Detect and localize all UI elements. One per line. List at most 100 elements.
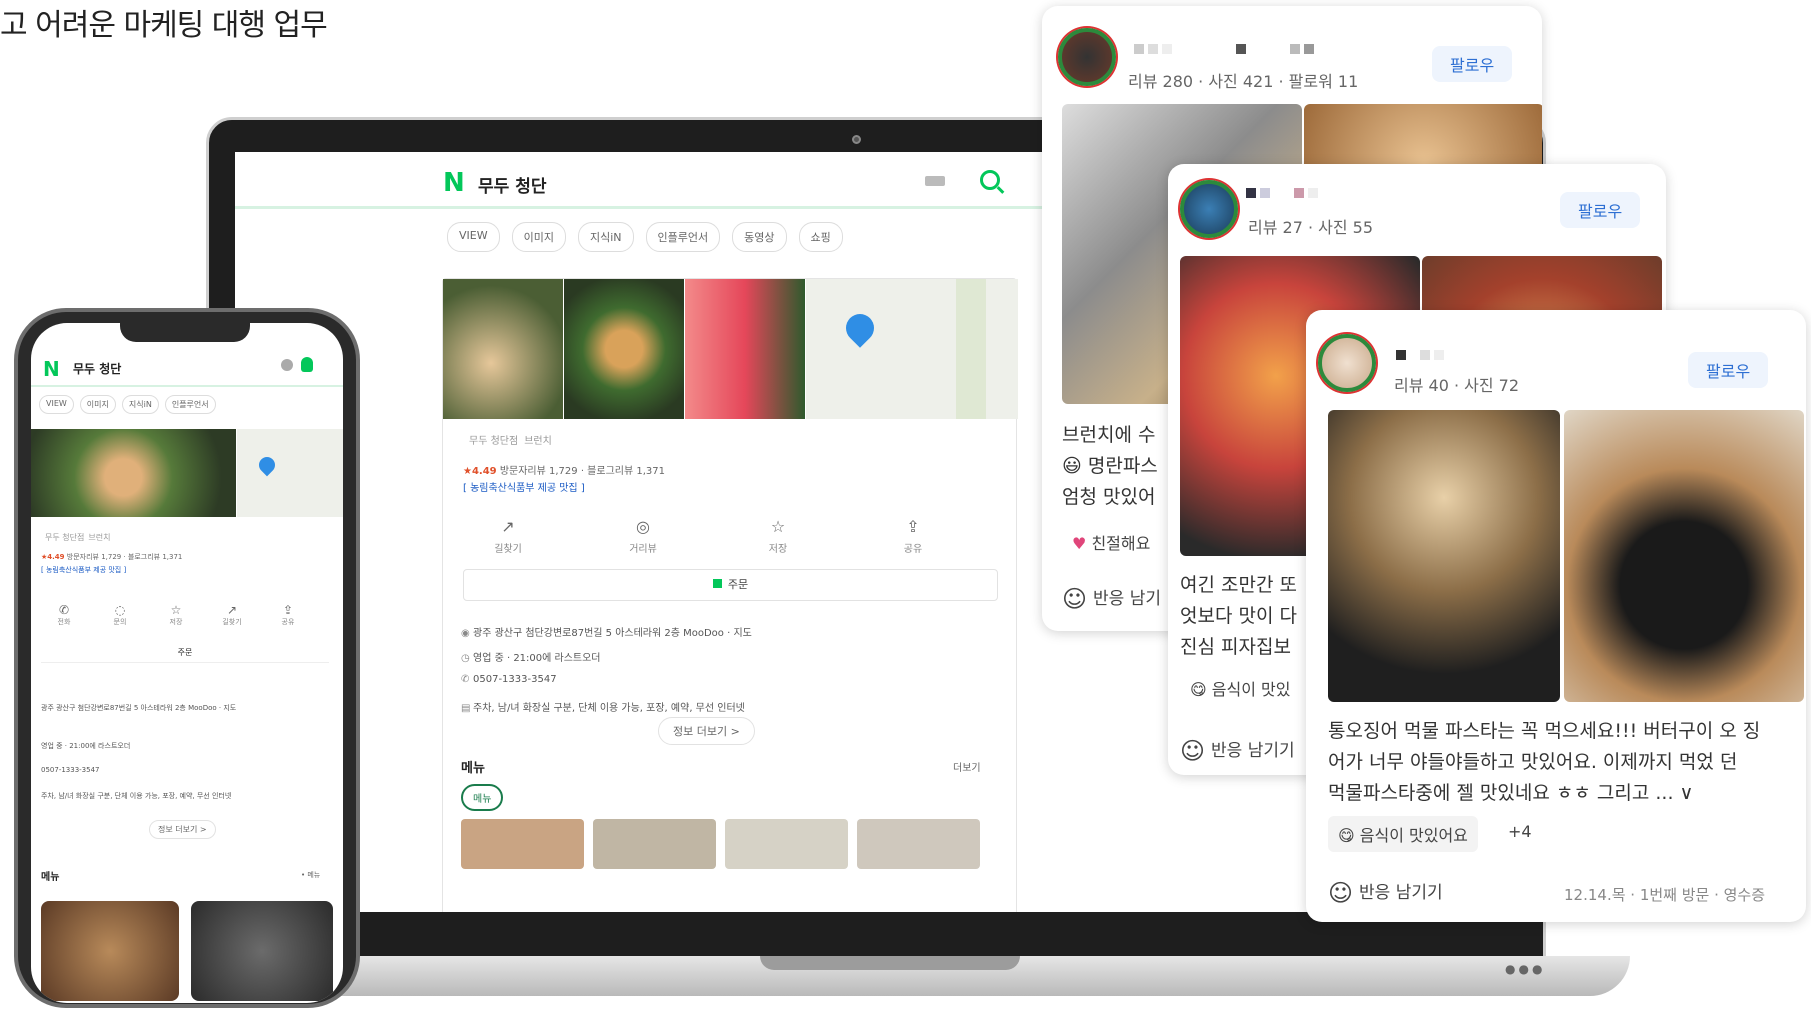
order-button[interactable]: 주문	[463, 569, 998, 601]
menu-photo[interactable]	[725, 819, 848, 869]
reviewer-avatar[interactable]	[1180, 180, 1238, 238]
naver-logo[interactable]: N	[443, 168, 465, 198]
order-button[interactable]: 주문	[41, 643, 329, 663]
leave-reaction-button[interactable]: 반응 남기기	[1328, 878, 1443, 907]
menu-photo[interactable]	[191, 901, 333, 1001]
place-name-text: 무두 청단점	[469, 436, 519, 447]
review-line: 엇보다 맛이 다	[1180, 605, 1297, 627]
search-icon[interactable]	[980, 170, 1000, 190]
settings-icon[interactable]	[281, 359, 293, 371]
share-button[interactable]: ⇪ 공유	[263, 603, 313, 627]
inquiry-button[interactable]: ◌ 문의	[95, 603, 145, 627]
reviewer-avatar[interactable]	[1318, 334, 1376, 392]
place-amenities: ▤ 주차, 남/녀 화장실 구분, 단체 이용 가능, 포장, 예약, 무선 인터…	[461, 699, 745, 714]
save-label: 저장	[768, 544, 788, 555]
place-name[interactable]: 무두 청단점 브런치	[463, 429, 552, 449]
review-tag-text: 음식이 맛있	[1211, 680, 1291, 699]
review-photo[interactable]	[1564, 410, 1804, 702]
review-line: 😃 명란파스	[1062, 451, 1158, 482]
tab-influencer[interactable]: 인플루언서	[164, 395, 216, 414]
tab-view[interactable]: VIEW	[447, 222, 500, 252]
place-map[interactable]	[237, 429, 343, 517]
reviewer-stats: 리뷰 280 · 사진 421 · 팔로워 11	[1128, 72, 1359, 91]
place-phone[interactable]: ✆ 0507-1333-3547	[461, 674, 557, 685]
place-photo[interactable]	[685, 279, 805, 419]
review-photo[interactable]	[1328, 410, 1560, 702]
place-photo[interactable]	[564, 279, 684, 419]
menu-photo[interactable]	[593, 819, 716, 869]
place-address[interactable]: 광주 광산구 첨단강변로87번길 5 아스테라워 2층 MooDoo · 지도	[41, 703, 236, 713]
place-name-text: 무두 청단점	[45, 533, 85, 542]
directions-icon: ↗	[226, 603, 238, 617]
review-line: 엄청 맛있어	[1062, 486, 1156, 508]
tab-view[interactable]: VIEW	[39, 395, 74, 414]
review-text[interactable]: 브런치에 수 😃 명란파스 엄청 맛있어	[1062, 420, 1158, 513]
tab-images[interactable]: 이미지	[511, 222, 566, 252]
directions-button[interactable]: ↗ 길찾기	[207, 603, 257, 627]
place-photo[interactable]	[443, 279, 563, 419]
reviewer-avatar[interactable]	[1058, 28, 1116, 86]
menu-photo[interactable]	[41, 901, 179, 1001]
place-badge[interactable]: [ 농림축산식품부 제공 맛집 ]	[41, 565, 126, 575]
more-info-button[interactable]: 정보 더보기 >	[658, 717, 755, 745]
rating-stars: ★4.49	[41, 553, 65, 561]
save-button[interactable]: ☆ 저장	[151, 603, 201, 627]
naver-logo[interactable]: N	[43, 357, 60, 381]
tab-video[interactable]: 동영상	[732, 222, 787, 252]
keyboard-icon[interactable]	[925, 176, 945, 186]
review-counts[interactable]: 방문자리뷰 1,729 · 블로그리뷰 1,371	[500, 466, 665, 477]
follow-button[interactable]: 팔로우	[1560, 192, 1641, 228]
leave-reaction-button[interactable]: 반응 남기	[1062, 584, 1161, 613]
search-query[interactable]: 무두 청단	[478, 172, 546, 197]
reviewer-stats: 리뷰 40 · 사진 72	[1394, 376, 1520, 395]
webcam-icon	[852, 135, 861, 144]
tab-images[interactable]: 이미지	[79, 395, 116, 414]
save-button[interactable]: ☆ 저장	[733, 517, 823, 555]
place-hours[interactable]: ◷ 영업 중 · 21:00에 라스트오더	[461, 649, 601, 664]
tab-shopping[interactable]: 쇼핑	[798, 222, 843, 252]
tab-kin[interactable]: 지식iN	[577, 222, 634, 252]
place-phone[interactable]: 0507-1333-3547	[41, 766, 100, 774]
share-button[interactable]: ⇪ 공유	[868, 517, 958, 555]
follow-button[interactable]: 팔로우	[1688, 352, 1769, 388]
place-address[interactable]: ◉ 광주 광산구 첨단강변로87번길 5 아스테라워 2층 MooDoo · 지도	[461, 624, 752, 639]
menu-heading: 메뉴	[461, 761, 485, 776]
street-view-button[interactable]: ◎ 거리뷰	[598, 517, 688, 555]
review-counts[interactable]: 방문자리뷰 1,729 · 블로그리뷰 1,371	[67, 553, 183, 561]
review-text[interactable]: 여긴 조만간 또 엇보다 맛이 다 진심 피자집보	[1180, 570, 1297, 663]
place-category: 브런치	[524, 436, 552, 447]
search-tabs: VIEW 이미지 지식iN 인플루언서 동영상 쇼핑	[447, 222, 843, 252]
place-amenities: 주차, 남/녀 화장실 구분, 단체 이용 가능, 포장, 예약, 무선 인터넷	[41, 792, 232, 800]
menu-pill[interactable]: 메뉴	[461, 784, 504, 811]
bell-icon[interactable]	[301, 357, 313, 372]
menu-count[interactable]: • 메뉴	[301, 870, 320, 880]
yum-emoji-icon: 😋	[1338, 826, 1355, 845]
tab-kin[interactable]: 지식iN	[121, 395, 159, 414]
reviewer-name[interactable]	[1246, 188, 1318, 198]
reviewer-name[interactable]	[1396, 350, 1444, 360]
place-photo[interactable]	[31, 429, 236, 517]
more-info-button[interactable]: 정보 더보기 >	[149, 820, 216, 839]
tab-influencer[interactable]: 인플루언서	[645, 222, 721, 252]
review-tag-more[interactable]: +4	[1498, 816, 1542, 847]
leave-reaction-button[interactable]: 반응 남기기	[1180, 736, 1295, 765]
place-name[interactable]: 무두 청단점 브런치	[41, 529, 110, 544]
review-text[interactable]: 통오징어 먹물 파스타는 꼭 먹으세요!!! 버터구이 오 징 어가 너무 야들…	[1328, 716, 1760, 809]
place-badge[interactable]: [ 농림축산식품부 제공 맛집 ]	[463, 479, 585, 494]
follow-button[interactable]: 팔로우	[1432, 46, 1513, 82]
menu-photo[interactable]	[461, 819, 584, 869]
call-button[interactable]: ✆ 전화	[39, 603, 89, 627]
review-tag: 😋 음식이 맛있	[1180, 670, 1301, 706]
search-query[interactable]: 무두 청단	[73, 360, 121, 377]
place-map[interactable]	[806, 279, 1018, 419]
phone-notch	[120, 312, 250, 342]
reviewer-name[interactable]	[1134, 44, 1314, 54]
menu-photo[interactable]	[857, 819, 980, 869]
directions-button[interactable]: ↗ 길찾기	[463, 517, 553, 555]
place-hours[interactable]: 영업 중 · 21:00에 라스트오더	[41, 741, 130, 751]
review-tag-text: 음식이 맛있어요	[1359, 826, 1468, 845]
menu-more-link[interactable]: 더보기	[953, 759, 981, 774]
location-icon: ◉	[461, 628, 470, 639]
review-line: 브런치에 수	[1062, 424, 1156, 446]
amenities-icon: ▤	[461, 703, 471, 714]
